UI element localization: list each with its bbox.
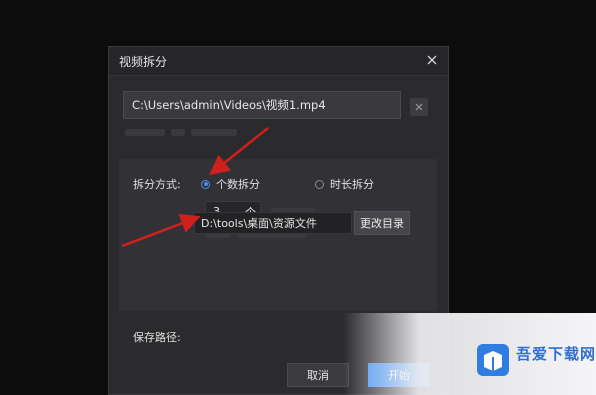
watermark-site-name: 吾爱下载网 xyxy=(516,345,596,363)
save-path-field[interactable] xyxy=(194,212,352,234)
watermark-logo-icon xyxy=(476,343,510,377)
file-path-input[interactable] xyxy=(124,92,400,118)
cancel-button[interactable]: 取消 xyxy=(287,363,349,387)
file-info-blurred xyxy=(125,129,237,137)
radio-split-by-duration[interactable]: 时长拆分 xyxy=(315,176,374,192)
radio-unselected-icon[interactable] xyxy=(315,179,324,189)
radio-label: 个数拆分 xyxy=(216,178,260,191)
remove-file-icon[interactable] xyxy=(410,98,428,116)
file-path-field[interactable] xyxy=(123,91,401,119)
radio-label: 时长拆分 xyxy=(330,178,374,191)
change-directory-button[interactable]: 更改目录 xyxy=(354,211,410,235)
split-mode-label: 拆分方式: xyxy=(133,178,181,191)
close-icon[interactable] xyxy=(424,52,440,68)
save-path-label: 保存路径: xyxy=(133,331,181,344)
dialog-title: 视频拆分 xyxy=(119,55,168,69)
dialog-titlebar: 视频拆分 xyxy=(109,47,448,76)
save-path-input[interactable] xyxy=(195,213,351,233)
blurred-text xyxy=(191,129,237,136)
blurred-text xyxy=(125,129,165,136)
split-settings-panel: 拆分方式: 个数拆分 时长拆分 个 保存路径: xyxy=(119,159,437,344)
blurred-text xyxy=(171,129,185,136)
site-watermark: 吾爱下载网 xyxy=(343,313,596,395)
radio-split-by-count[interactable]: 个数拆分 xyxy=(201,176,260,192)
radio-selected-icon[interactable] xyxy=(201,179,210,189)
